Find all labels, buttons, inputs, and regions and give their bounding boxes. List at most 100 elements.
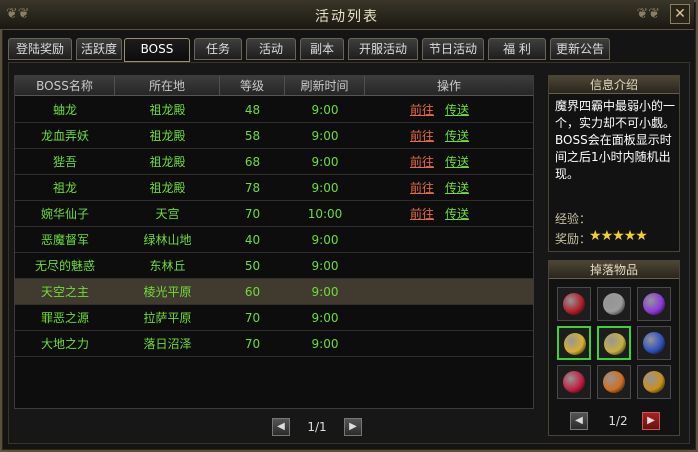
page-indicator: 1/1 [307, 420, 327, 434]
go-link[interactable]: 前往 [410, 149, 434, 175]
window-title: 活动列表 [315, 9, 379, 25]
red-gem-icon[interactable] [557, 287, 591, 321]
table-row[interactable]: 蚰龙 祖龙殿 48 9:00 前往 传送 [15, 97, 533, 123]
cell-level: 78 [244, 181, 261, 195]
tab-8[interactable]: 福 利 [488, 38, 546, 60]
gold-card-icon[interactable] [597, 326, 631, 360]
table-row[interactable]: 龙血弄妖 祖龙殿 58 9:00 前往 传送 [15, 123, 533, 149]
table-row[interactable]: 天空之主 棱光平原 60 9:00 [15, 279, 533, 305]
cell-time: 9:00 [311, 181, 339, 195]
table-row[interactable]: 无尽的魅惑 东林丘 50 9:00 [15, 253, 533, 279]
tab-0[interactable]: 登陆奖励 [8, 38, 72, 60]
cell-location: 棱光平原 [143, 285, 192, 299]
cell-location: 祖龙殿 [149, 181, 186, 195]
cell-time: 9:00 [311, 129, 339, 143]
cell-level: 70 [244, 311, 261, 325]
drop-page-indicator: 1/2 [608, 414, 628, 428]
teleport-link[interactable]: 传送 [445, 97, 469, 123]
go-link[interactable]: 前往 [410, 123, 434, 149]
header-location: 所在地 [115, 76, 220, 96]
tab-1[interactable]: 活跃度 [76, 38, 122, 60]
cell-time: 9:00 [311, 285, 339, 299]
cell-level: 70 [244, 207, 261, 221]
cell-name: 天空之主 [40, 285, 89, 299]
cell-location: 东林丘 [149, 259, 186, 273]
gold-scroll-icon[interactable] [557, 326, 591, 360]
reward-stars: ★★★★★ [589, 228, 648, 244]
cell-level: 58 [244, 129, 261, 143]
boss-table: BOSS名称 所在地 等级 刷新时间 操作 蚰龙 祖龙殿 48 9:00 前往 传送 龙血弄… [14, 75, 534, 409]
drop-next-icon[interactable]: ▶ [642, 412, 660, 430]
table-row[interactable]: 恶魔督军 绿林山地 40 9:00 [15, 227, 533, 253]
tab-7[interactable]: 节日活动 [422, 38, 484, 60]
cell-level: 40 [244, 233, 261, 247]
table-row[interactable]: 罪恶之源 拉萨平原 70 9:00 [15, 305, 533, 331]
cell-level: 70 [244, 337, 261, 351]
teleport-link[interactable]: 传送 [445, 149, 469, 175]
teleport-link[interactable]: 传送 [445, 123, 469, 149]
tab-5[interactable]: 副本 [300, 38, 344, 60]
cell-name: 罪恶之源 [40, 311, 89, 325]
tab-4[interactable]: 活动 [246, 38, 296, 60]
cell-time: 9:00 [311, 259, 339, 273]
drop-title: 掉落物品 [549, 261, 679, 279]
close-icon[interactable]: ✕ [670, 4, 690, 24]
go-link[interactable]: 前往 [410, 97, 434, 123]
cell-location: 祖龙殿 [149, 129, 186, 143]
table-pager: ◀ 1/1 ▶ [272, 418, 362, 436]
cell-level: 48 [244, 103, 261, 117]
star-icon: ★ [589, 228, 602, 244]
teleport-link[interactable]: 传送 [445, 201, 469, 227]
next-page-icon[interactable]: ▶ [344, 418, 362, 436]
cell-name: 婉华仙子 [40, 207, 89, 221]
item-graphic [563, 293, 585, 315]
red-crystal-icon[interactable] [557, 365, 591, 399]
reward-label: 奖励： [555, 232, 592, 246]
gold-coin-icon[interactable] [637, 365, 671, 399]
cell-name: 无尽的魅惑 [34, 259, 95, 273]
table-header: BOSS名称 所在地 等级 刷新时间 操作 [15, 76, 533, 96]
tab-2[interactable]: BOSS [124, 38, 190, 62]
cell-name: 大地之力 [40, 337, 89, 351]
go-link[interactable]: 前往 [410, 175, 434, 201]
cell-location: 祖龙殿 [149, 103, 186, 117]
table-row[interactable]: 大地之力 落日沼泽 70 9:00 [15, 331, 533, 357]
star-icon: ★ [612, 228, 625, 244]
table-row[interactable]: 婉华仙子 天宫 70 10:00 前往 传送 [15, 201, 533, 227]
purple-orb-icon[interactable] [637, 287, 671, 321]
cell-location: 绿林山地 [143, 233, 192, 247]
tab-3[interactable]: 任务 [194, 38, 242, 60]
cell-location: 祖龙殿 [149, 155, 186, 169]
table-row[interactable]: 祖龙 祖龙殿 78 9:00 前往 传送 [15, 175, 533, 201]
cell-location: 落日沼泽 [143, 337, 192, 351]
cell-time: 9:00 [311, 103, 339, 117]
item-graphic [563, 371, 585, 393]
gold-medal-icon[interactable] [597, 365, 631, 399]
cell-name: 恶魔督军 [40, 233, 89, 247]
steel-box-icon[interactable] [597, 287, 631, 321]
blue-beast-icon[interactable] [637, 326, 671, 360]
cell-name: 祖龙 [52, 181, 77, 195]
table-row[interactable]: 狴吾 祖龙殿 68 9:00 前往 传送 [15, 149, 533, 175]
title-bar: ❦❦ 活动列表 ❦❦ ✕ [0, 0, 694, 30]
header-level: 等级 [220, 76, 285, 96]
go-link[interactable]: 前往 [410, 201, 434, 227]
teleport-link[interactable]: 传送 [445, 175, 469, 201]
cell-level: 60 [244, 285, 261, 299]
exp-label: 经验： [555, 212, 592, 226]
cell-time: 9:00 [311, 337, 339, 351]
drop-prev-icon[interactable]: ◀ [570, 412, 588, 430]
cell-name: 狴吾 [52, 155, 77, 169]
prev-page-icon[interactable]: ◀ [272, 418, 290, 436]
cell-time: 9:00 [311, 155, 339, 169]
star-icon: ★ [600, 228, 614, 244]
tab-9[interactable]: 更新公告 [550, 38, 610, 60]
item-graphic [603, 293, 625, 315]
cell-time: 9:00 [311, 311, 339, 325]
cell-level: 68 [244, 155, 261, 169]
tab-6[interactable]: 开服活动 [348, 38, 418, 60]
info-title: 信息介绍 [549, 76, 679, 94]
tab-bar: 登陆奖励 活跃度 BOSS 任务 活动 副本 开服活动 节日活动福 利更新公告 [8, 38, 688, 62]
boss-description: 魔界四霸中最弱小的一个，实力却不可小觑。BOSS会在面板显示时间之后1小时内随机… [555, 99, 676, 181]
cell-name: 龙血弄妖 [40, 129, 89, 143]
